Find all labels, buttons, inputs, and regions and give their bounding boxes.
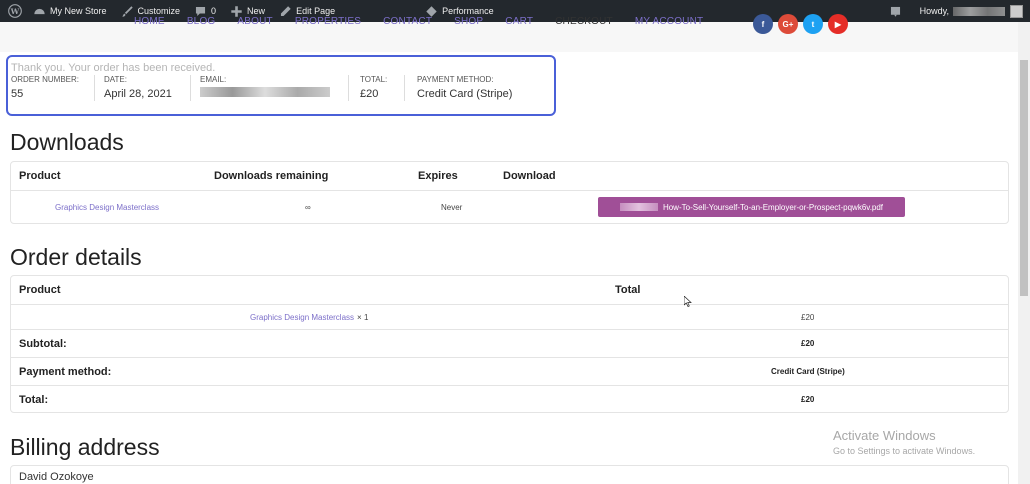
- column-header-downloads-remaining: Downloads remaining: [214, 170, 329, 182]
- nav-item-about[interactable]: ABOUT: [237, 16, 272, 27]
- divider: [348, 75, 349, 101]
- dashboard-icon: [34, 8, 45, 14]
- avatar: [1010, 4, 1023, 18]
- billing-address-heading: Billing address: [10, 434, 160, 460]
- order-total-label: TOTAL:: [360, 75, 388, 84]
- order-date: DATE: April 28, 2021: [104, 75, 172, 100]
- watermark-title: Activate Windows: [833, 428, 936, 443]
- column-header-total: Total: [615, 284, 641, 296]
- total-label: Total:: [19, 393, 49, 406]
- order-number-value: 55: [11, 88, 24, 100]
- payment-method-label: Payment method:: [19, 365, 112, 378]
- download-product-link[interactable]: Graphics Design Masterclass: [55, 203, 159, 212]
- order-date-value: April 28, 2021: [104, 88, 172, 100]
- payment-method-value: Credit Card (Stripe): [771, 367, 845, 376]
- column-header-download: Download: [503, 170, 556, 182]
- nav-item-blog[interactable]: BLOG: [187, 16, 216, 27]
- download-file-label: How-To-Sell-Yourself-To-an-Employer-or-P…: [662, 202, 884, 212]
- table-header-row: Product Downloads remaining Expires Down…: [11, 162, 1008, 191]
- svg-text:W: W: [10, 7, 20, 16]
- order-payment-label: PAYMENT METHOD:: [417, 75, 494, 84]
- howdy-label: Howdy,: [919, 6, 949, 16]
- main-navigation: HOME BLOG ABOUT PROPERTIES CONTACT SHOP CART CH…: [134, 16, 725, 27]
- order-details-heading: Order details: [10, 244, 142, 270]
- order-overview: Thank you. Your order has been received.…: [6, 55, 556, 116]
- my-account-link[interactable]: Howdy,: [913, 0, 1030, 22]
- youtube-icon[interactable]: ▶: [828, 14, 848, 34]
- expires-value: Never: [441, 203, 463, 212]
- order-item-product-link[interactable]: Graphics Design Masterclass: [250, 313, 354, 322]
- order-details-table: Product Total Graphics Design Masterclas…: [10, 275, 1009, 413]
- order-email: EMAIL:: [200, 75, 330, 102]
- downloads-table: Product Downloads remaining Expires Down…: [10, 161, 1009, 224]
- comments-count: 0: [211, 6, 217, 16]
- table-row: Graphics Design Masterclass × 1 £20: [11, 305, 1008, 330]
- order-payment: PAYMENT METHOD: Credit Card (Stripe): [417, 75, 512, 100]
- divider: [94, 75, 95, 101]
- username-redacted: [953, 6, 1005, 16]
- nav-item-my-account[interactable]: MY ACCOUNT: [635, 16, 704, 27]
- downloads-heading: Downloads: [10, 129, 124, 155]
- order-total-value: £20: [360, 88, 379, 100]
- order-item-total: £20: [801, 312, 815, 322]
- performance-label: Performance: [442, 6, 494, 16]
- column-header-product: Product: [19, 284, 61, 296]
- table-row: Payment method: Credit Card (Stripe): [11, 358, 1008, 386]
- page-scrollbar[interactable]: [1018, 22, 1030, 484]
- order-number: ORDER NUMBER: 55: [11, 75, 79, 100]
- downloads-remaining-value: ∞: [305, 203, 311, 212]
- activate-windows-watermark: Activate Windows Go to Settings to activ…: [833, 428, 975, 456]
- order-email-label: EMAIL:: [200, 75, 227, 84]
- table-row: Graphics Design Masterclass ∞ Never How-…: [11, 191, 1008, 224]
- nav-item-contact[interactable]: CONTACT: [383, 16, 432, 27]
- order-date-label: DATE:: [104, 75, 127, 84]
- order-received-notice: Thank you. Your order has been received.: [11, 62, 216, 74]
- table-row: Total: £20: [11, 386, 1008, 413]
- filename-prefix-redacted: [619, 203, 658, 211]
- notes-link[interactable]: [882, 0, 913, 22]
- nav-item-properties[interactable]: PROPERTIES: [295, 16, 361, 27]
- facebook-icon[interactable]: f: [753, 14, 773, 34]
- order-total: TOTAL: £20: [360, 75, 387, 100]
- order-number-label: ORDER NUMBER:: [11, 75, 80, 84]
- total-value: £20: [801, 395, 815, 404]
- site-name-link[interactable]: My New Store: [26, 0, 114, 22]
- subtotal-label: Subtotal:: [19, 337, 67, 350]
- download-file-button[interactable]: How-To-Sell-Yourself-To-an-Employer-or-P…: [598, 197, 905, 217]
- subtotal-value: £20: [801, 339, 815, 348]
- wordpress-logo-icon[interactable]: W: [4, 0, 26, 22]
- nav-item-shop[interactable]: SHOP: [454, 16, 483, 27]
- social-links: f G+ t ▶: [753, 14, 848, 34]
- admin-bar-right: Howdy,: [882, 0, 1030, 22]
- new-label: New: [247, 6, 266, 16]
- site-name-label: My New Store: [50, 6, 107, 16]
- column-header-product: Product: [19, 170, 61, 182]
- order-item-quantity: × 1: [357, 312, 369, 322]
- notification-icon: [890, 6, 900, 17]
- billing-name: David Ozokoye: [19, 471, 94, 483]
- customize-label: Customize: [137, 6, 181, 16]
- watermark-subtitle: Go to Settings to activate Windows.: [833, 446, 976, 456]
- email-redacted: [200, 87, 330, 97]
- mouse-cursor-icon: [684, 296, 692, 307]
- nav-item-home[interactable]: HOME: [134, 16, 165, 27]
- divider: [190, 75, 191, 101]
- twitter-icon[interactable]: t: [803, 14, 823, 34]
- table-row: Subtotal: £20: [11, 330, 1008, 358]
- scrollbar-thumb[interactable]: [1020, 60, 1028, 296]
- nav-item-cart[interactable]: CART: [505, 16, 533, 27]
- divider: [404, 75, 405, 101]
- paintbrush-icon: [121, 5, 133, 17]
- google-plus-icon[interactable]: G+: [778, 14, 798, 34]
- edit-page-label: Edit Page: [296, 6, 336, 16]
- nav-item-checkout[interactable]: CHECKOUT: [555, 16, 613, 27]
- billing-address-box: David Ozokoye: [10, 465, 1009, 484]
- order-payment-value: Credit Card (Stripe): [417, 88, 513, 100]
- table-header-row: Product Total: [11, 276, 1008, 305]
- column-header-expires: Expires: [418, 170, 458, 182]
